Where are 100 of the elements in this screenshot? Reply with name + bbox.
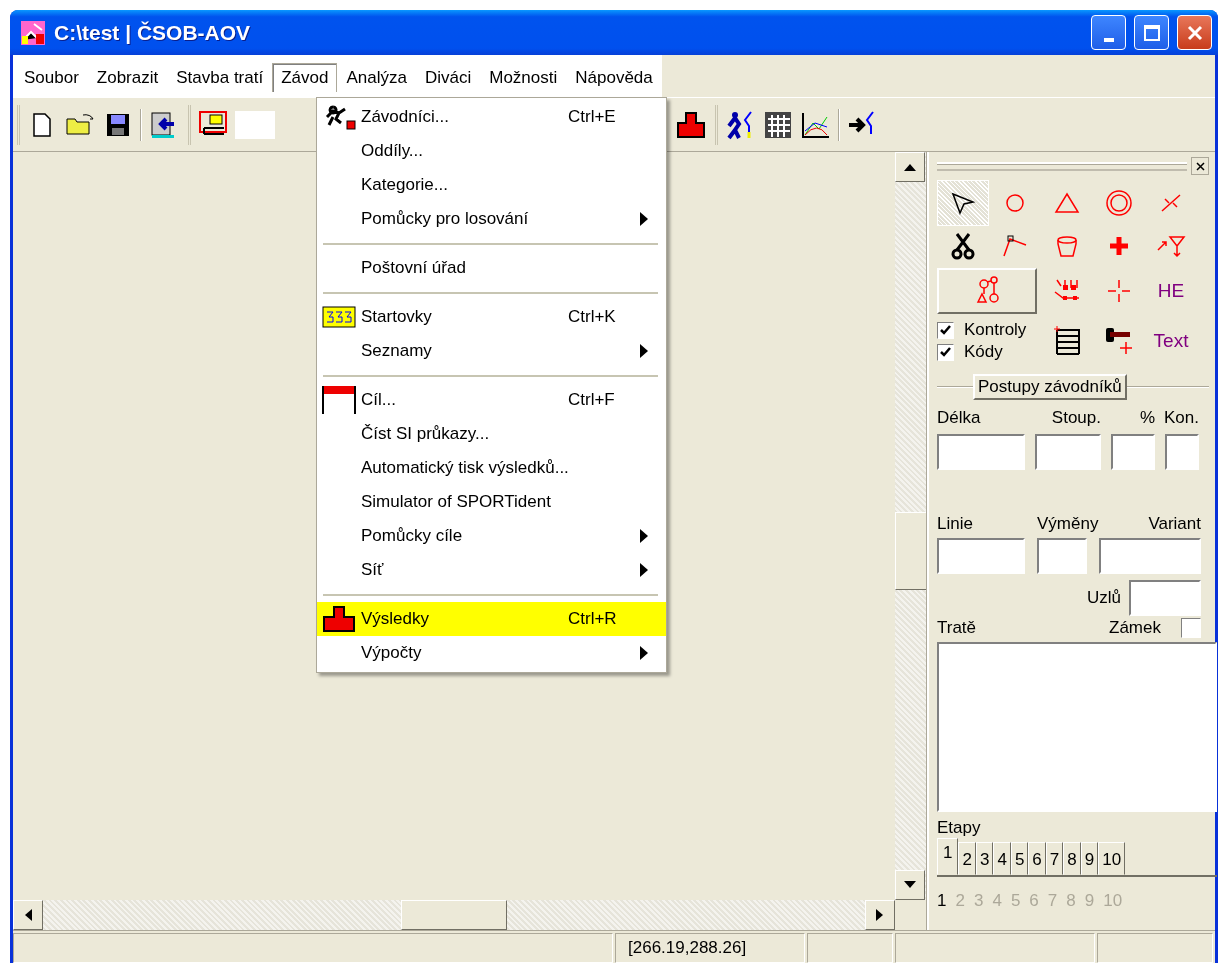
menu-item[interactable]: Soubor xyxy=(15,63,88,92)
stage-number: 7 xyxy=(1047,891,1058,911)
podium-icon xyxy=(676,110,706,139)
stage-number: 9 xyxy=(1084,891,1095,911)
stage-number: 10 xyxy=(1103,891,1123,911)
crosshair-icon xyxy=(1107,279,1131,303)
layer-checkbox[interactable]: Kódy xyxy=(937,341,1041,363)
menu-option[interactable]: Výpočty xyxy=(317,636,666,670)
check-icon xyxy=(940,325,951,335)
menu-item[interactable]: Možnosti xyxy=(480,63,567,92)
maximize-button[interactable] xyxy=(1134,15,1169,50)
folder-icon xyxy=(65,112,95,137)
menu-item[interactable]: Analýza xyxy=(337,63,416,92)
input-field[interactable] xyxy=(1111,434,1155,470)
menu-option[interactable]: Pomůcky pro losování xyxy=(317,202,666,236)
input-field[interactable] xyxy=(1129,580,1201,616)
menu-item[interactable]: Zobrazit xyxy=(87,63,168,92)
stage-tab[interactable]: 4 xyxy=(993,842,1011,875)
shortcut-text: Ctrl+F xyxy=(568,390,616,410)
check-icon xyxy=(940,347,951,357)
double-circle-icon xyxy=(1105,189,1133,217)
field-label: Uzlů xyxy=(1087,588,1121,608)
menu-option[interactable]: Automatický tisk výsledků... xyxy=(317,451,666,485)
close-icon xyxy=(1195,161,1205,171)
input-field[interactable] xyxy=(1035,434,1101,470)
input-field[interactable] xyxy=(1099,538,1201,574)
cross-icon xyxy=(1108,235,1130,257)
close-icon xyxy=(1186,24,1203,41)
field-label: Linie xyxy=(937,514,973,534)
panel-close-button[interactable] xyxy=(1191,157,1209,175)
submenu-arrow-icon xyxy=(640,212,648,226)
menu-item[interactable]: Stavba tratí xyxy=(167,63,273,92)
cup-icon xyxy=(1055,234,1079,258)
horizontal-scrollbar[interactable] xyxy=(13,900,895,930)
stage-number: 4 xyxy=(992,891,1002,911)
checkbox-label: Kontroly xyxy=(964,320,1027,340)
minimize-button[interactable] xyxy=(1091,15,1126,50)
stage-number: 1 xyxy=(937,891,947,911)
stage-tab[interactable]: 2 xyxy=(958,842,976,875)
layer-checkbox[interactable]: Kontroly xyxy=(937,319,1041,341)
menu-option[interactable]: Simulator of SPORTident xyxy=(317,485,666,519)
checkbox-label: Kódy xyxy=(964,342,1003,362)
menu-option[interactable]: Seznamy xyxy=(317,334,666,368)
menu-option[interactable]: Kategorie... xyxy=(317,168,666,202)
finish-gate-icon xyxy=(322,385,356,415)
polyline-icon xyxy=(1002,234,1028,258)
minimize-icon xyxy=(1103,37,1114,42)
grid-icon xyxy=(764,110,792,139)
menu-option[interactable]: Číst SI průkazy... xyxy=(317,417,666,451)
scroll-left-icon xyxy=(24,909,32,921)
vertical-scrollbar[interactable] xyxy=(895,152,927,900)
field-label: Délka xyxy=(937,408,981,428)
file-icon xyxy=(32,111,52,138)
menu-option[interactable]: Startovky Ctrl+K xyxy=(317,300,666,334)
toolbar-field[interactable] xyxy=(235,110,275,139)
section-label: Etapy xyxy=(937,818,982,838)
input-field[interactable] xyxy=(937,434,1025,470)
menu-option[interactable]: Síť xyxy=(317,553,666,587)
line-chart-icon xyxy=(801,110,831,139)
menu-option[interactable]: Závodníci... Ctrl+E xyxy=(317,100,666,134)
stage-tab[interactable]: 10 xyxy=(1098,842,1126,875)
lock-checkbox[interactable] xyxy=(1181,618,1201,638)
stage-tab[interactable]: 1 xyxy=(937,838,959,875)
tool-button[interactable] xyxy=(937,180,989,226)
input-field[interactable] xyxy=(1037,538,1087,574)
flag-icon xyxy=(1104,326,1134,356)
field-label: Výměny xyxy=(1037,514,1099,534)
scroll-down-icon xyxy=(904,881,916,889)
app-icon xyxy=(20,19,46,46)
scissors-icon xyxy=(950,232,976,260)
maximize-icon xyxy=(1142,23,1161,42)
field-label: Stoup. xyxy=(1051,408,1101,428)
text-tool[interactable]: HE xyxy=(1145,266,1197,316)
menu-option[interactable]: Cíl... Ctrl+F xyxy=(317,383,666,417)
input-field[interactable] xyxy=(937,538,1025,574)
field-label: % xyxy=(1139,408,1155,428)
checkbox[interactable] xyxy=(937,343,954,361)
stage-tab[interactable]: 6 xyxy=(1028,842,1046,875)
menu-option[interactable]: Pomůcky cíle xyxy=(317,519,666,553)
checkbox[interactable] xyxy=(937,321,954,339)
submenu-arrow-icon xyxy=(640,529,648,543)
close-button[interactable] xyxy=(1177,15,1212,50)
menu-item[interactable]: Závod xyxy=(272,63,338,92)
stage-tab[interactable]: 8 xyxy=(1063,842,1081,875)
crossing-icon xyxy=(1159,193,1183,213)
input-field[interactable] xyxy=(1165,434,1199,470)
scroll-thumb[interactable] xyxy=(895,512,927,590)
scroll-thumb[interactable] xyxy=(401,900,507,930)
circle-icon xyxy=(1004,192,1026,214)
routes-button[interactable]: Postupy závodníků xyxy=(973,374,1127,400)
menu-item[interactable]: Nápověda xyxy=(566,63,662,92)
panel-grip[interactable] xyxy=(937,161,1187,171)
menu-option[interactable]: Poštovní úřad xyxy=(317,251,666,285)
menu-option[interactable]: Oddíly... xyxy=(317,134,666,168)
stage-number: 6 xyxy=(1029,891,1039,911)
menu-item[interactable]: Diváci xyxy=(415,63,481,92)
stage-number: 8 xyxy=(1066,891,1076,911)
text-tool[interactable]: Text xyxy=(1145,316,1197,366)
scroll-up-icon xyxy=(904,163,916,171)
menu-option[interactable]: Výsledky Ctrl+R xyxy=(317,602,666,636)
